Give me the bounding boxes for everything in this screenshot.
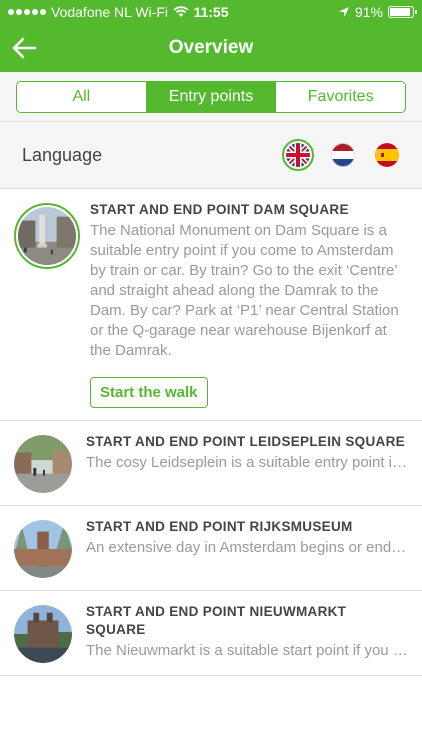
tab-all[interactable]: All bbox=[17, 82, 146, 112]
item-description: An extensive day in Amsterdam begins or … bbox=[86, 539, 408, 556]
item-title: START AND END POINT RIJKSMUSEUM bbox=[86, 519, 353, 534]
language-label: Language bbox=[22, 144, 103, 165]
battery-icon bbox=[388, 6, 417, 18]
item-description: The Nieuwmarkt is a suitable start point… bbox=[86, 642, 408, 659]
top-bar: Vodafone NL Wi-Fi 11:55 91% Overview bbox=[0, 0, 422, 72]
language-row: Language bbox=[0, 122, 422, 189]
arrow-left-icon[interactable] bbox=[10, 34, 38, 62]
entry-point-list: START AND END POINT DAM SQUARE The Natio… bbox=[0, 189, 422, 676]
item-description: The cosy Leidseplein is a suitable entry… bbox=[86, 454, 408, 471]
status-bar: Vodafone NL Wi-Fi 11:55 91% bbox=[0, 0, 422, 24]
tab-favorites[interactable]: Favorites bbox=[275, 82, 405, 112]
signal-icon bbox=[8, 9, 46, 15]
page-title: Overview bbox=[168, 37, 254, 58]
nav-bar: Overview bbox=[0, 24, 422, 72]
nieuwmarkt-thumbnail bbox=[14, 605, 72, 663]
item-title: START AND END POINT LEIDSEPLEIN SQUARE bbox=[86, 434, 405, 449]
list-item[interactable]: START AND END POINT DAM SQUARE The Natio… bbox=[0, 189, 422, 421]
start-walk-button[interactable]: Start the walk bbox=[90, 377, 208, 408]
filter-bar: All Entry points Favorites bbox=[0, 72, 422, 122]
item-description: The National Monument on Dam Square is a… bbox=[90, 222, 399, 359]
list-item[interactable]: START AND END POINT NIEUWMARKT SQUARE Th… bbox=[0, 591, 422, 676]
uk-flag-icon[interactable] bbox=[282, 139, 314, 171]
list-item[interactable]: START AND END POINT LEIDSEPLEIN SQUARE T… bbox=[0, 421, 422, 506]
dam-square-thumbnail bbox=[14, 203, 80, 269]
carrier-label: Vodafone NL Wi-Fi bbox=[51, 4, 168, 20]
netherlands-flag-icon[interactable] bbox=[328, 140, 358, 170]
wifi-icon bbox=[173, 6, 189, 17]
battery-percent: 91% bbox=[354, 4, 383, 20]
language-flags bbox=[282, 139, 402, 171]
item-title: START AND END POINT NIEUWMARKT SQUARE bbox=[86, 604, 347, 637]
filter-segmented-control: All Entry points Favorites bbox=[16, 81, 406, 113]
tab-entry-points[interactable]: Entry points bbox=[145, 82, 276, 112]
list-item[interactable]: START AND END POINT RIJKSMUSEUM An exten… bbox=[0, 506, 422, 591]
location-arrow-icon bbox=[338, 7, 349, 17]
spain-flag-icon[interactable] bbox=[372, 140, 402, 170]
leidseplein-thumbnail bbox=[14, 435, 72, 493]
rijksmuseum-thumbnail bbox=[14, 520, 72, 578]
item-title: START AND END POINT DAM SQUARE bbox=[90, 202, 349, 217]
